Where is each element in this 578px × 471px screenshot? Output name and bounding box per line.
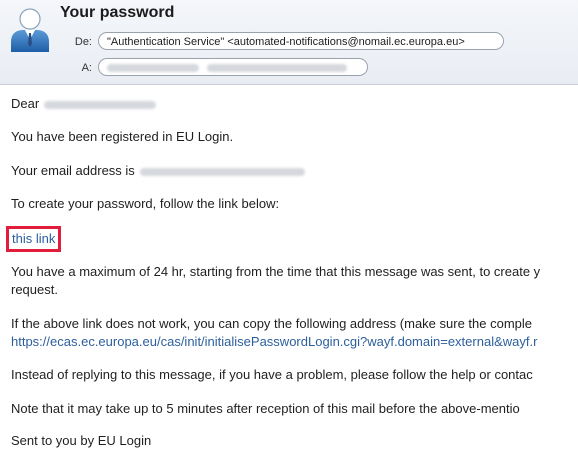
- request-line: request.: [11, 282, 58, 297]
- redacted-recipient-name: [44, 100, 157, 109]
- registered-line: You have been registered in EU Login.: [11, 129, 234, 144]
- fallback-address-line: If the above link does not work, you can…: [11, 316, 533, 331]
- greeting-line: Dear: [11, 96, 157, 111]
- to-label: A:: [81, 62, 92, 74]
- message-subject: Your password: [60, 4, 175, 21]
- redacted-email-address: [139, 167, 305, 176]
- redacted-name: [107, 64, 199, 73]
- redacted-email: [207, 64, 347, 73]
- maximum-time-line: You have a maximum of 24 hr, starting fr…: [11, 264, 541, 279]
- email-address-line: Your email address is: [11, 163, 305, 178]
- to-address-pill[interactable]: [98, 58, 368, 76]
- message-header: Your password De: "Authentication Servic…: [0, 0, 578, 85]
- create-password-line: To create your password, follow the link…: [11, 196, 280, 211]
- from-label: De:: [74, 36, 92, 48]
- from-address-pill[interactable]: "Authentication Service" <automated-noti…: [98, 32, 504, 50]
- delay-note-line: Note that it may take up to 5 minutes af…: [11, 401, 520, 416]
- help-line: Instead of replying to this message, if …: [11, 367, 533, 382]
- greeting-text: Dear: [11, 96, 40, 111]
- fallback-address-link[interactable]: https://ecas.ec.europa.eu/cas/init/initi…: [11, 334, 537, 349]
- contact-avatar-icon: [11, 8, 49, 52]
- sent-by-line: Sent to you by EU Login: [11, 433, 152, 448]
- create-password-link[interactable]: this link: [6, 226, 62, 252]
- email-address-prefix: Your email address is: [11, 163, 135, 178]
